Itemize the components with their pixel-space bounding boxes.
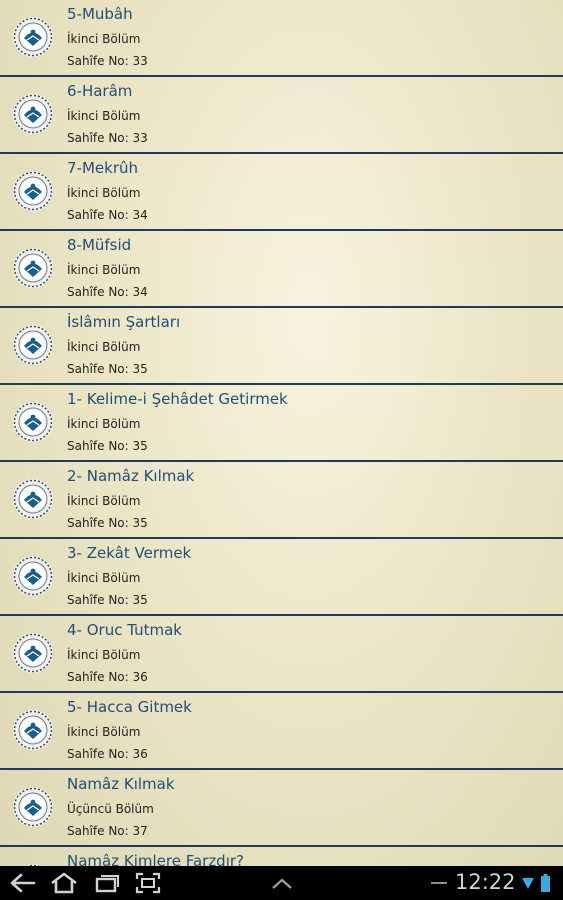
battery-icon	[540, 874, 550, 892]
item-section: İkinci Bölüm	[67, 263, 141, 277]
status-divider	[429, 870, 449, 896]
recent-apps-icon	[95, 875, 119, 893]
item-title: Namâz Kılmak	[67, 775, 175, 793]
item-page-number: Sahîfe No: 33	[67, 131, 148, 145]
recent-apps-button[interactable]	[93, 870, 121, 896]
list-item[interactable]: İslâmın Şartları İkinci Bölüm Sahîfe No: 3…	[0, 308, 563, 385]
home-button[interactable]	[48, 870, 80, 896]
book-emblem-icon	[13, 171, 53, 211]
list-item[interactable]: 7-Mekrûh İkinci Bölüm Sahîfe No: 34	[0, 154, 563, 231]
item-title: 8-Müfsid	[67, 236, 132, 254]
expand-up-button[interactable]	[268, 870, 296, 896]
book-emblem-icon	[13, 17, 53, 57]
status-clock: 12:22	[455, 870, 516, 894]
item-page-number: Sahîfe No: 35	[67, 439, 148, 453]
item-section: İkinci Bölüm	[67, 340, 141, 354]
item-section: Üçüncü Bölüm	[67, 802, 154, 816]
book-emblem-icon	[13, 402, 53, 442]
item-title: 3- Zekât Vermek	[67, 544, 192, 562]
item-page-number: Sahîfe No: 35	[67, 593, 148, 607]
list-item[interactable]: 6-Harâm İkinci Bölüm Sahîfe No: 33	[0, 77, 563, 154]
item-section: İkinci Bölüm	[67, 186, 141, 200]
list-item[interactable]: Namâz Kılmak Üçüncü Bölüm Sahîfe No: 37	[0, 770, 563, 847]
book-emblem-icon	[13, 248, 53, 288]
book-emblem-icon	[13, 710, 53, 750]
screenshot-icon	[135, 872, 161, 894]
list-item[interactable]: 3- Zekât Vermek İkinci Bölüm Sahîfe No: 35	[0, 539, 563, 616]
system-navigation-bar: 12:22	[0, 866, 563, 900]
item-section: İkinci Bölüm	[67, 109, 141, 123]
item-title: 1- Kelime-i Şehâdet Getirmek	[67, 390, 288, 408]
book-emblem-icon	[13, 556, 53, 596]
item-title: 5- Hacca Gitmek	[67, 698, 192, 716]
book-emblem-icon	[13, 633, 53, 673]
battery-indicator	[538, 870, 552, 896]
list-item[interactable]: 2- Namâz Kılmak İkinci Bölüm Sahîfe No: 35	[0, 462, 563, 539]
item-page-number: Sahîfe No: 34	[67, 285, 148, 299]
item-title: 2- Namâz Kılmak	[67, 467, 195, 485]
item-page-number: Sahîfe No: 34	[67, 208, 148, 222]
item-title: Namâz Kimlere Farzdır?	[67, 852, 245, 866]
item-page-number: Sahîfe No: 36	[67, 670, 148, 684]
item-section: İkinci Bölüm	[67, 648, 141, 662]
item-title: İslâmın Şartları	[67, 313, 181, 331]
item-title: 5-Mubâh	[67, 5, 133, 23]
item-title: 7-Mekrûh	[67, 159, 138, 177]
back-icon	[10, 873, 36, 893]
list-item[interactable]: 1- Kelime-i Şehâdet Getirmek İkinci Bölüm…	[0, 385, 563, 462]
item-title: 4- Oruc Tutmak	[67, 621, 182, 639]
screenshot-button[interactable]	[134, 870, 162, 896]
book-emblem-icon	[13, 94, 53, 134]
item-title: 6-Harâm	[67, 82, 133, 100]
item-section: İkinci Bölüm	[67, 32, 141, 46]
back-button[interactable]	[8, 870, 38, 896]
item-section: İkinci Bölüm	[67, 571, 141, 585]
book-emblem-icon	[13, 479, 53, 519]
wifi-icon	[522, 878, 534, 889]
list-item[interactable]: 5- Hacca Gitmek İkinci Bölüm Sahîfe No: 36	[0, 693, 563, 770]
list-item[interactable]: 8-Müfsid İkinci Bölüm Sahîfe No: 34	[0, 231, 563, 308]
item-section: İkinci Bölüm	[67, 494, 141, 508]
list-item[interactable]: 4- Oruc Tutmak İkinci Bölüm Sahîfe No: 36	[0, 616, 563, 693]
item-section: İkinci Bölüm	[67, 725, 141, 739]
item-page-number: Sahîfe No: 37	[67, 824, 148, 838]
chevron-up-icon	[272, 878, 292, 889]
item-page-number: Sahîfe No: 35	[67, 516, 148, 530]
list-item[interactable]: Namâz Kimlere Farzdır?	[0, 847, 563, 866]
chapter-list: 5-Mubâh İkinci Bölüm Sahîfe No: 33 6-Harâm İ…	[0, 0, 563, 866]
home-icon	[51, 872, 77, 894]
item-section: İkinci Bölüm	[67, 417, 141, 431]
item-page-number: Sahîfe No: 35	[67, 362, 148, 376]
dash-icon	[431, 882, 447, 884]
list-item[interactable]: 5-Mubâh İkinci Bölüm Sahîfe No: 33	[0, 0, 563, 77]
item-page-number: Sahîfe No: 36	[67, 747, 148, 761]
book-emblem-icon	[13, 325, 53, 365]
book-emblem-icon	[13, 787, 53, 827]
wifi-indicator	[520, 870, 536, 896]
item-page-number: Sahîfe No: 33	[67, 54, 148, 68]
